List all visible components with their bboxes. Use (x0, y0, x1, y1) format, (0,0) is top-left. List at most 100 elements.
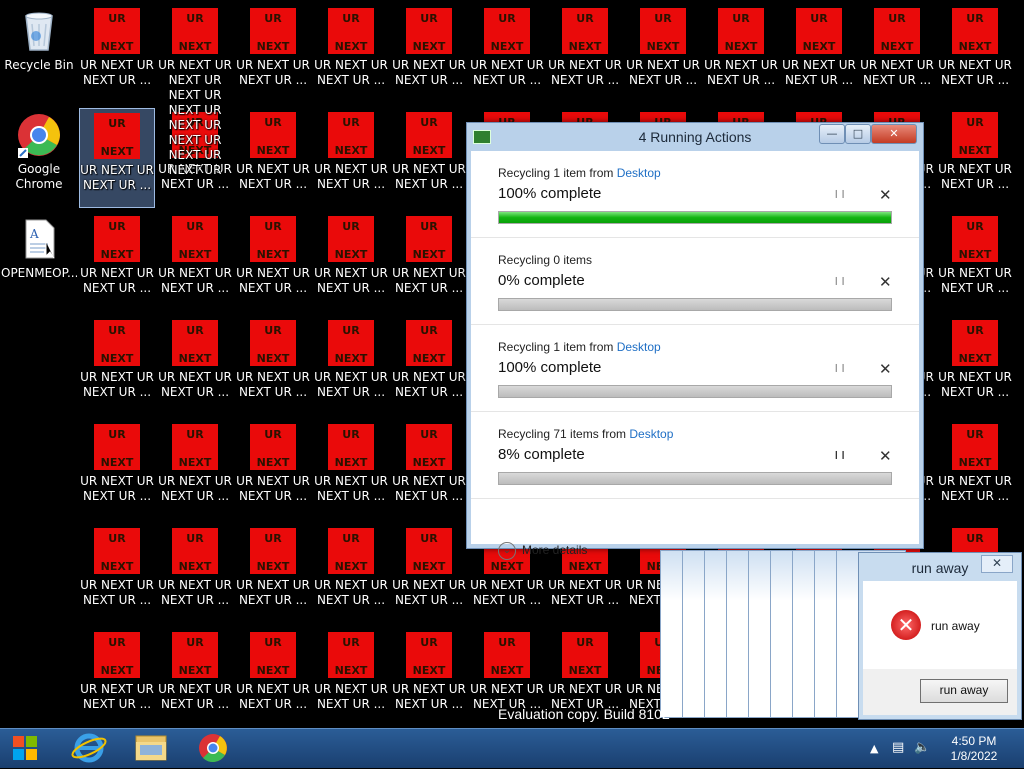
clock-time: 4:50 PM (951, 734, 997, 748)
ur-next-shortcut[interactable]: UR NEXT UR NEXT UR NEXT UR ... (547, 4, 623, 104)
source-link[interactable]: Desktop (629, 427, 673, 441)
ur-next-shortcut[interactable]: UR NEXT UR NEXT UR NEXT UR ... (313, 420, 389, 520)
ur-icon-text-bottom: NEXT (334, 456, 368, 469)
ur-next-shortcut[interactable]: UR NEXT UR NEXT UR NEXT UR ... (79, 524, 155, 624)
ur-icon-text-top: UR (108, 117, 126, 130)
ur-next-shortcut[interactable]: UR NEXT UR NEXT UR NEXT UR ... (79, 316, 155, 416)
ur-next-shortcut[interactable]: UR NEXT UR NEXT UR NEXT UR ... (703, 4, 779, 104)
ur-next-icon: UR NEXT (94, 8, 140, 54)
ur-next-shortcut[interactable]: UR NEXT UR NEXT UR NEXT UR ... (79, 108, 155, 208)
ur-next-icon: UR NEXT (406, 216, 452, 262)
minimize-button[interactable]: — (819, 124, 845, 144)
maximize-button[interactable]: □ (845, 124, 871, 144)
run-away-dialog: run away ✕ ✕ run away run away (858, 552, 1022, 720)
ur-next-shortcut[interactable]: UR NEXT UR NEXT UR NEXT UR ... (313, 628, 389, 728)
ur-next-shortcut[interactable]: UR NEXT UR NEXT UR NEXT UR ... (391, 628, 467, 728)
ur-next-shortcut[interactable]: UR NEXT UR NEXT UR NEXT UR ... (313, 524, 389, 624)
chrome-taskbar-button[interactable] (184, 730, 242, 766)
ur-next-shortcut[interactable]: UR NEXT UR NEXT UR NEXT UR ... (937, 316, 1013, 416)
source-link[interactable]: Desktop (617, 340, 661, 354)
ur-next-label: UR NEXT UR NEXT UR ... (392, 162, 466, 191)
ur-next-shortcut[interactable]: UR NEXT UR NEXT UR NEXT UR NEXT UR NEXT UR… (157, 4, 233, 177)
ur-icon-text-bottom: NEXT (178, 560, 212, 573)
ur-next-shortcut[interactable]: UR NEXT UR NEXT UR NEXT UR ... (313, 4, 389, 104)
ur-next-shortcut[interactable]: UR NEXT UR NEXT UR NEXT UR ... (235, 524, 311, 624)
ur-next-shortcut[interactable]: UR NEXT UR NEXT UR NEXT UR ... (79, 420, 155, 520)
pause-icon[interactable]: ❙❙ (833, 276, 846, 286)
ur-icon-text-bottom: NEXT (178, 40, 212, 53)
ur-next-shortcut[interactable]: UR NEXT UR NEXT UR NEXT UR ... (391, 316, 467, 416)
ur-next-icon: UR NEXT (172, 216, 218, 262)
document-shortcut[interactable]: A OPENMEOP... (1, 212, 77, 312)
internet-explorer-taskbar-button[interactable] (60, 730, 118, 766)
ur-next-shortcut[interactable]: UR NEXT UR NEXT UR NEXT UR ... (937, 212, 1013, 312)
system-clock[interactable]: 4:50 PM 1/8/2022 (938, 734, 1010, 764)
run-away-button[interactable]: run away (920, 679, 1008, 703)
ur-next-shortcut[interactable]: UR NEXT UR NEXT UR NEXT UR ... (313, 212, 389, 312)
dialog-titlebar[interactable]: 4 Running Actions — □ ✕ (467, 123, 923, 151)
ur-next-shortcut[interactable]: UR NEXT UR NEXT UR NEXT UR ... (235, 420, 311, 520)
ur-next-shortcut[interactable]: UR NEXT UR NEXT UR NEXT UR ... (157, 316, 233, 416)
ur-icon-text-bottom: NEXT (646, 40, 680, 53)
ur-next-shortcut[interactable]: UR NEXT UR NEXT UR NEXT UR ... (157, 524, 233, 624)
ur-next-shortcut[interactable]: UR NEXT UR NEXT UR NEXT UR ... (391, 4, 467, 104)
ur-next-shortcut[interactable]: UR NEXT UR NEXT UR NEXT UR ... (313, 108, 389, 208)
volume-icon[interactable]: 🔈 (914, 740, 930, 755)
ur-next-shortcut[interactable]: UR NEXT UR NEXT UR NEXT UR ... (391, 420, 467, 520)
ur-next-shortcut[interactable]: UR NEXT UR NEXT UR NEXT UR ... (235, 212, 311, 312)
recycle-bin-shortcut[interactable]: Recycle Bin (1, 4, 77, 104)
pause-icon[interactable]: ❙❙ (833, 450, 846, 460)
show-hidden-icons-button[interactable]: ▲ (870, 742, 878, 755)
ur-next-label: UR NEXT UR NEXT UR ... (392, 682, 466, 711)
ur-next-shortcut[interactable]: UR NEXT UR NEXT UR NEXT UR ... (235, 628, 311, 728)
network-icon[interactable]: ▤ (892, 740, 904, 755)
cancel-action-icon[interactable]: ✕ (879, 273, 892, 291)
pause-icon[interactable]: ❙❙ (833, 363, 846, 373)
pause-icon[interactable]: ❙❙ (833, 189, 846, 199)
ur-next-shortcut[interactable]: UR NEXT UR NEXT UR NEXT UR ... (235, 4, 311, 104)
cancel-action-icon[interactable]: ✕ (879, 360, 892, 378)
run-away-close-button[interactable]: ✕ (981, 555, 1013, 573)
svg-text:A: A (29, 227, 39, 241)
ur-next-shortcut[interactable]: UR NEXT UR NEXT UR NEXT UR ... (781, 4, 857, 104)
close-button[interactable]: ✕ (871, 124, 917, 144)
ur-next-label: UR NEXT UR NEXT UR ... (392, 266, 466, 295)
ur-next-shortcut[interactable]: UR NEXT UR NEXT UR NEXT UR ... (157, 212, 233, 312)
action-percent: 8% complete (498, 446, 585, 463)
start-button[interactable] (4, 731, 46, 765)
ur-next-shortcut[interactable]: UR NEXT UR NEXT UR NEXT UR ... (235, 108, 311, 208)
ur-next-shortcut[interactable]: UR NEXT UR NEXT UR NEXT UR ... (937, 420, 1013, 520)
ur-icon-text-top: UR (342, 324, 360, 337)
ur-icon-text-bottom: NEXT (334, 248, 368, 261)
file-explorer-taskbar-button[interactable] (122, 730, 180, 766)
ur-next-shortcut[interactable]: UR NEXT UR NEXT UR NEXT UR ... (391, 212, 467, 312)
ur-next-label: UR NEXT UR NEXT UR ... (236, 474, 310, 503)
ur-next-shortcut[interactable]: UR NEXT UR NEXT UR NEXT UR ... (79, 628, 155, 728)
ur-next-shortcut[interactable]: UR NEXT UR NEXT UR NEXT UR ... (79, 4, 155, 104)
ur-next-shortcut[interactable]: UR NEXT UR NEXT UR NEXT UR ... (313, 316, 389, 416)
cancel-action-icon[interactable]: ✕ (879, 186, 892, 204)
ur-next-icon: UR NEXT (484, 632, 530, 678)
ur-next-shortcut[interactable]: UR NEXT UR NEXT UR NEXT UR ... (391, 108, 467, 208)
ur-next-label: UR NEXT UR NEXT UR ... (314, 682, 388, 711)
ur-next-shortcut[interactable]: UR NEXT UR NEXT UR NEXT UR ... (859, 4, 935, 104)
ur-icon-text-top: UR (576, 636, 594, 649)
source-link[interactable]: Desktop (617, 166, 661, 180)
cancel-action-icon[interactable]: ✕ (879, 447, 892, 465)
ur-next-shortcut[interactable]: UR NEXT UR NEXT UR NEXT UR ... (235, 316, 311, 416)
ur-next-shortcut[interactable]: UR NEXT UR NEXT UR NEXT UR ... (157, 420, 233, 520)
progress-fill (499, 299, 891, 310)
ur-next-shortcut[interactable]: UR NEXT UR NEXT UR NEXT UR ... (157, 628, 233, 728)
ur-next-shortcut[interactable]: UR NEXT UR NEXT UR NEXT UR ... (625, 4, 701, 104)
ur-next-icon: UR NEXT (328, 112, 374, 158)
ur-next-shortcut[interactable]: UR NEXT UR NEXT UR NEXT UR ... (79, 212, 155, 312)
ur-next-shortcut[interactable]: UR NEXT UR NEXT UR NEXT UR ... (391, 524, 467, 624)
ur-icon-text-bottom: NEXT (958, 456, 992, 469)
ur-next-shortcut[interactable]: UR NEXT UR NEXT UR NEXT UR ... (937, 108, 1013, 208)
ur-icon-text-bottom: NEXT (100, 40, 134, 53)
ur-next-shortcut[interactable]: UR NEXT UR NEXT UR NEXT UR ... (469, 4, 545, 104)
more-details-toggle[interactable]: ⌄ More details (498, 542, 587, 560)
chrome-shortcut[interactable]: Google Chrome (1, 108, 77, 208)
ur-next-shortcut[interactable]: UR NEXT UR NEXT UR NEXT UR ... (937, 4, 1013, 104)
ur-next-icon: UR NEXT (796, 8, 842, 54)
